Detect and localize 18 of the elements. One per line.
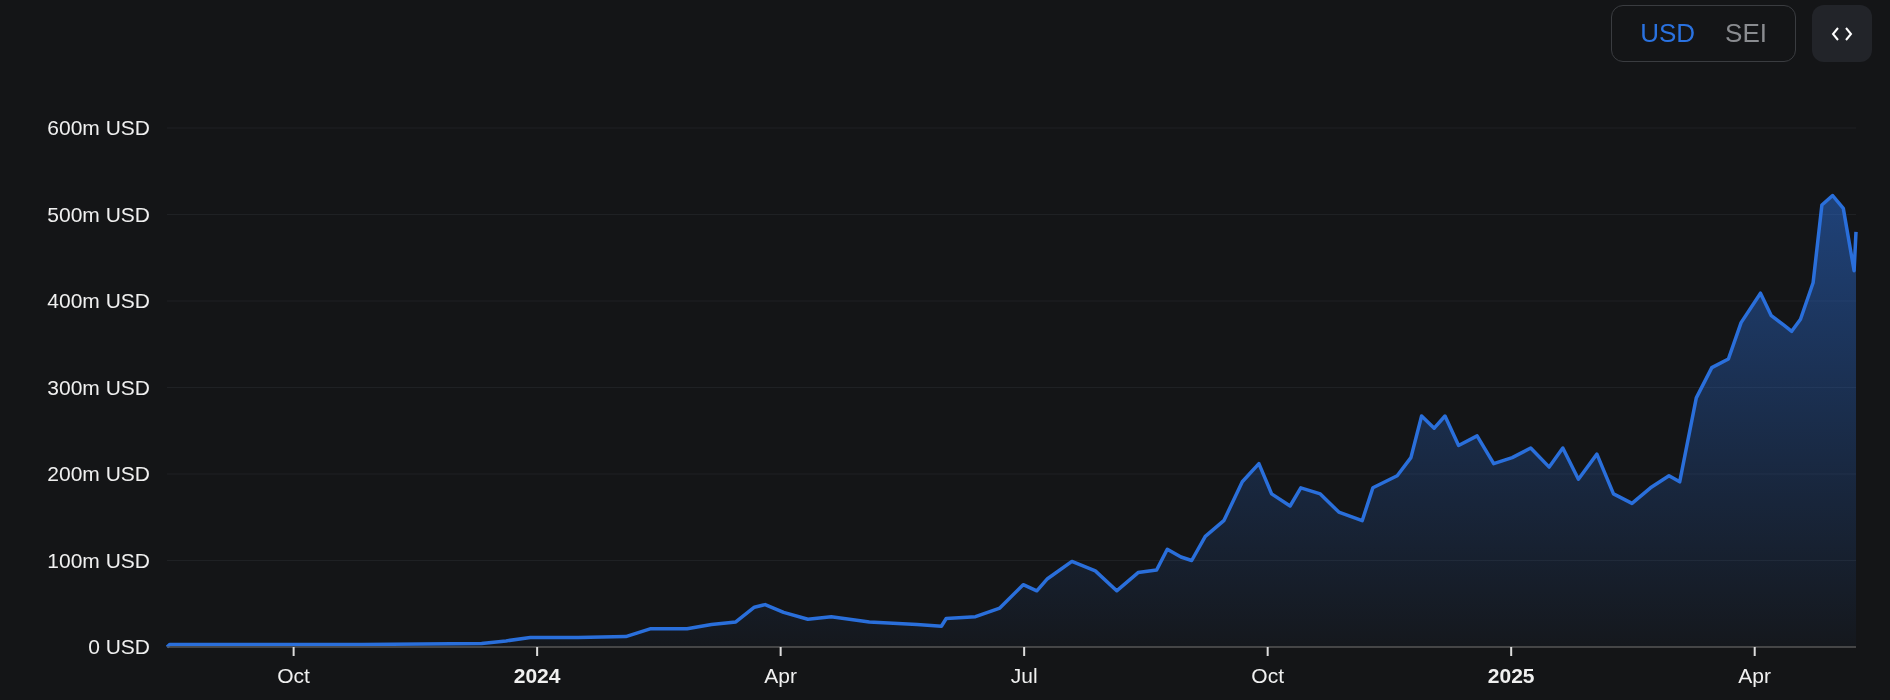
x-axis-label: Oct [1251,664,1284,687]
x-axis-label: 2025 [1487,664,1535,687]
y-axis-label: 500m USD [47,202,150,226]
x-axis-label: Apr [764,664,797,687]
y-axis-label: 0 USD [88,635,150,658]
embed-button[interactable] [1812,5,1872,62]
y-axis-label: 100m USD [47,548,150,572]
x-axis-label: Jul [1010,664,1038,687]
currency-option[interactable]: SEI [1713,12,1779,55]
y-axis-label: 300m USD [47,375,150,399]
y-axis-label: 400m USD [47,289,150,312]
code-icon [1831,25,1853,42]
y-axis-label: 200m USD [47,462,150,485]
currency-option[interactable]: USD [1628,12,1708,55]
x-axis-label: 2024 [513,664,561,687]
x-axis-label: Oct [277,664,310,687]
y-axis-label: 600m USD [47,116,150,139]
x-axis-label: Apr [1738,664,1772,687]
